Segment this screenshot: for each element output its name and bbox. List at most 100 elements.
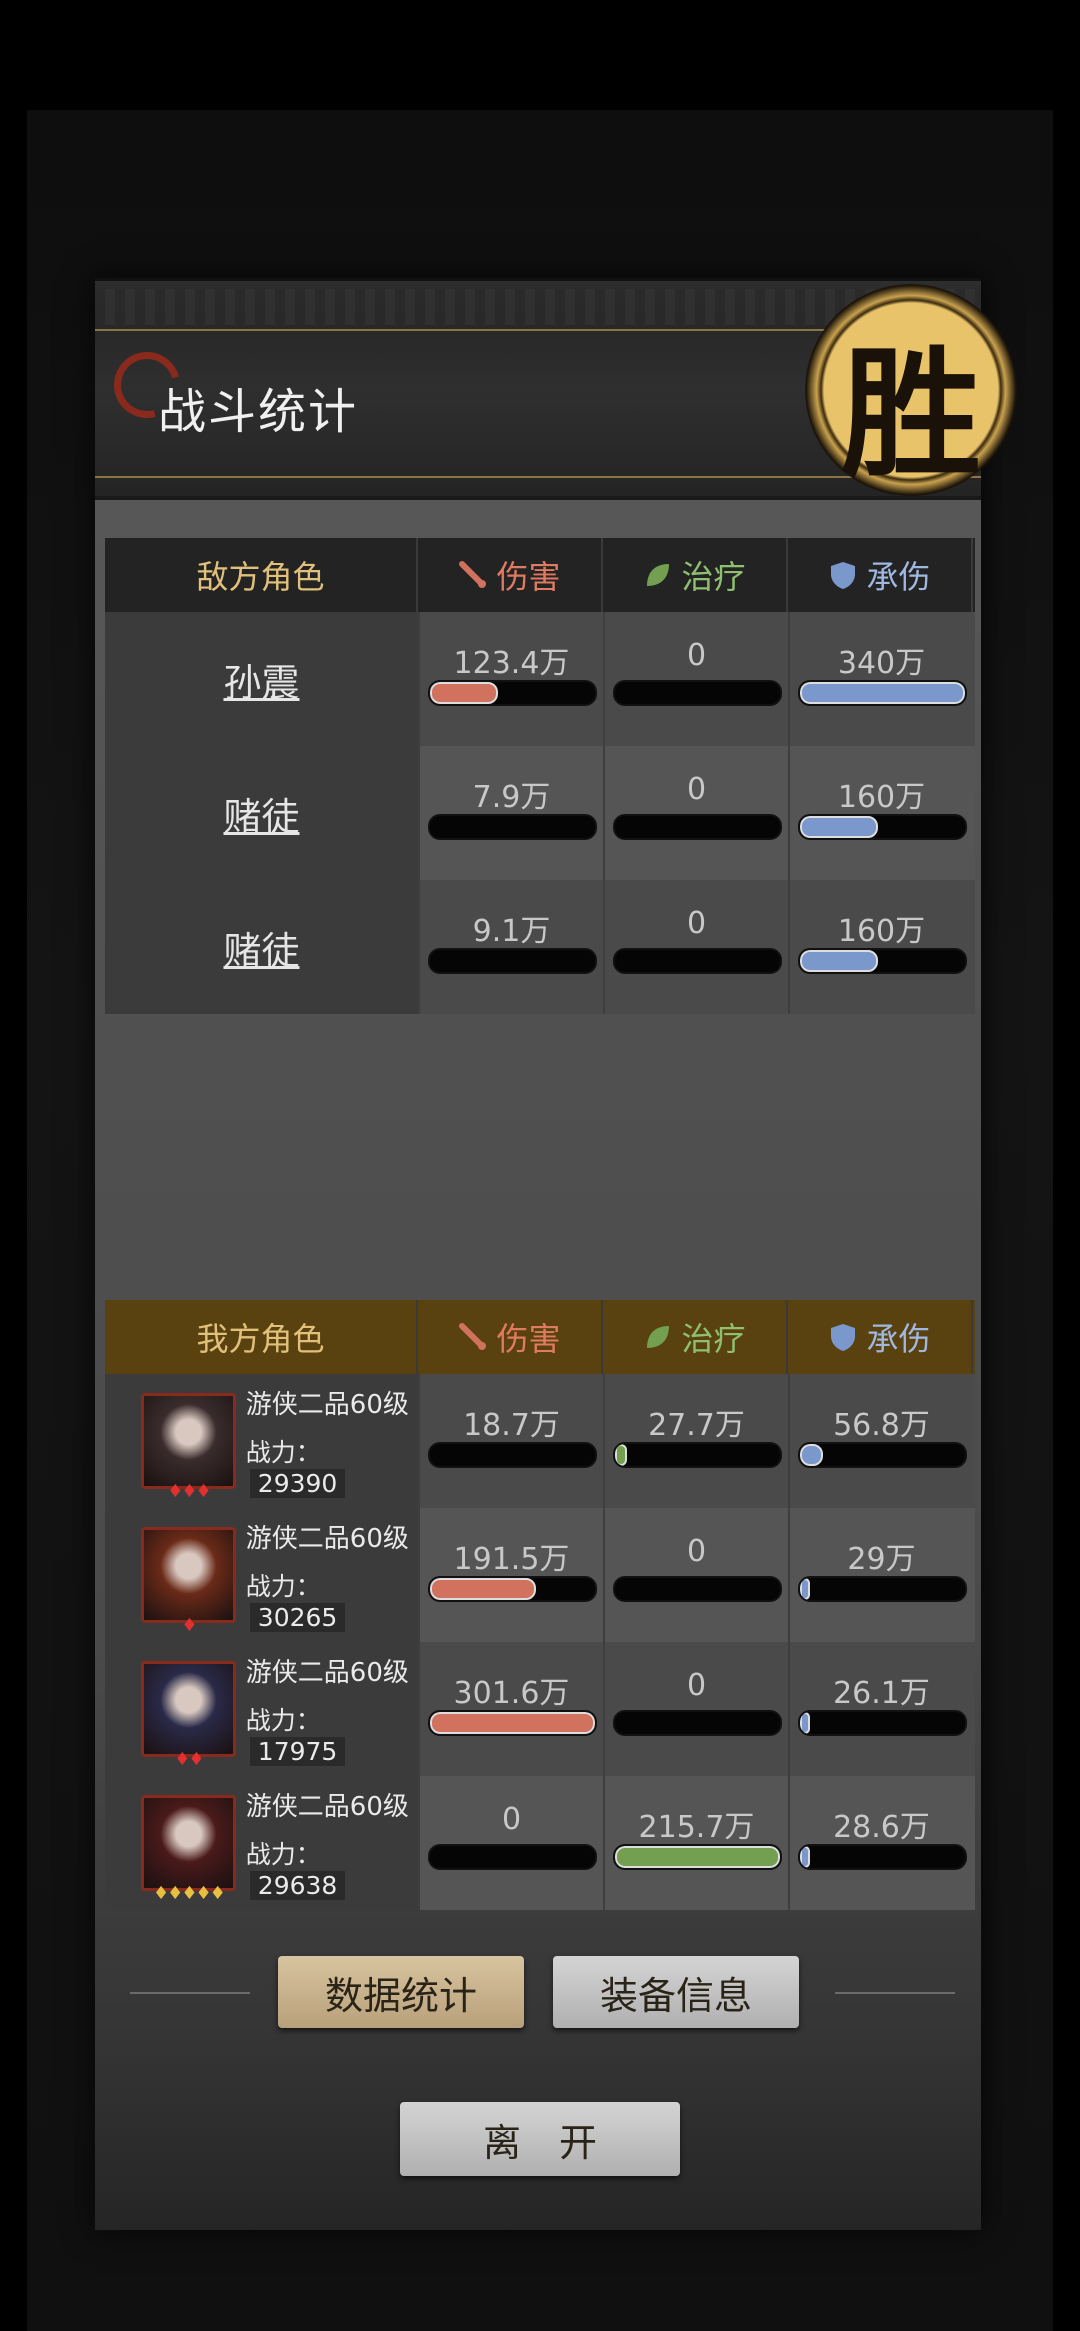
hero-portrait[interactable]: ♦♦♦♦♦: [141, 1795, 236, 1904]
equipment-info-button[interactable]: 装备信息: [553, 1956, 799, 2028]
tank-value: 29万: [847, 1542, 916, 1577]
shield-icon: [831, 1324, 856, 1351]
divider-line: [130, 1992, 250, 1994]
stat-bar-fill: [800, 1846, 810, 1868]
stat-bar-fill: [430, 682, 498, 704]
stat-bar: [798, 948, 967, 974]
stat-bar: [613, 814, 782, 840]
enemy-stats-table: 敌方角色 伤害 治疗 承伤 孙震 123.4万 0 340万 赌徒 7.9万 0 160万 赌徒…: [105, 538, 975, 1014]
hero-info: 游侠二品60级 战力：29390: [246, 1384, 418, 1498]
power-value: 29390: [249, 1469, 346, 1498]
dmg-cell: 7.9万: [418, 746, 603, 880]
tank-column-header: 承伤: [788, 538, 973, 612]
heal-value: 27.7万: [648, 1408, 745, 1443]
tank-value: 26.1万: [833, 1676, 930, 1711]
leave-button[interactable]: 离 开: [400, 2102, 680, 2176]
leaf-icon: [647, 1326, 670, 1348]
tank-cell: 28.6万: [788, 1776, 973, 1910]
stat-bar: [613, 1576, 782, 1602]
stat-bar: [798, 814, 967, 840]
stat-bar: [798, 680, 967, 706]
damage-column-label: 伤害: [496, 558, 561, 596]
stat-bar-fill: [800, 682, 965, 704]
divider-line: [835, 1992, 955, 1994]
dmg-value: 0: [501, 1802, 522, 1837]
enemy-header-label: 敌方角色: [105, 538, 418, 612]
hero-info-cell: ♦♦ 游侠二品60级 战力：17975: [105, 1642, 418, 1776]
heal-cell: 0: [603, 1642, 788, 1776]
hero-portrait[interactable]: ♦♦♦: [141, 1393, 236, 1502]
power-label: 战力：: [245, 1572, 321, 1601]
tank-cell: 26.1万: [788, 1642, 973, 1776]
dmg-value: 18.7万: [463, 1408, 560, 1443]
stat-bar-fill: [800, 1444, 824, 1466]
star-rank: ♦♦: [174, 1749, 204, 1770]
heal-cell: 0: [603, 1508, 788, 1642]
leaf-icon: [647, 564, 670, 586]
hero-power: 战力：29390: [246, 1433, 418, 1498]
enemy-name-link[interactable]: 赌徒: [105, 746, 418, 880]
tank-value: 340万: [837, 646, 926, 681]
tank-column-label: 承伤: [866, 1320, 931, 1358]
enemy-name-link[interactable]: 孙震: [105, 612, 418, 746]
stat-bar: [428, 948, 597, 974]
dmg-value: 191.5万: [453, 1542, 570, 1577]
hero-info-cell: ♦ 游侠二品60级 战力：30265: [105, 1508, 418, 1642]
power-value: 17975: [249, 1737, 346, 1766]
dmg-cell: 0: [418, 1776, 603, 1910]
tank-column-label: 承伤: [866, 558, 931, 596]
enemy-name-link[interactable]: 赌徒: [105, 880, 418, 1014]
hero-info-cell: ♦♦♦♦♦ 游侠二品60级 战力：29638: [105, 1776, 418, 1910]
dmg-value: 301.6万: [453, 1676, 570, 1711]
tank-value: 160万: [837, 780, 926, 815]
table-row: 赌徒 9.1万 0 160万: [105, 880, 975, 1014]
hero-power: 战力：30265: [246, 1567, 418, 1632]
hero-portrait[interactable]: ♦♦: [141, 1661, 236, 1770]
dmg-cell: 18.7万: [418, 1374, 603, 1508]
data-stats-button[interactable]: 数据统计: [278, 1956, 524, 2028]
stat-bar: [613, 1844, 782, 1870]
heal-cell: 0: [603, 612, 788, 746]
sword-icon: [459, 1323, 487, 1350]
shield-icon: [831, 562, 856, 589]
stat-bar: [428, 1442, 597, 1468]
tank-cell: 160万: [788, 880, 973, 1014]
victory-seal-text: 胜: [840, 333, 981, 497]
stat-bar-fill: [800, 1578, 810, 1600]
page-title: 战斗统计: [158, 384, 359, 440]
tank-cell: 160万: [788, 746, 973, 880]
table-row: ♦♦♦♦♦ 游侠二品60级 战力：29638 0 215.7万 28.6万: [105, 1776, 975, 1910]
table-row: ♦ 游侠二品60级 战力：30265 191.5万 0 29万: [105, 1508, 975, 1642]
stat-bar: [428, 680, 597, 706]
stat-bar: [613, 1710, 782, 1736]
power-label: 战力：: [245, 1706, 321, 1735]
dmg-cell: 123.4万: [418, 612, 603, 746]
sword-icon: [459, 561, 487, 588]
star-rank: ♦♦♦: [167, 1481, 211, 1502]
stat-bar: [613, 948, 782, 974]
heal-column-header: 治疗: [603, 1300, 788, 1374]
heal-cell: 27.7万: [603, 1374, 788, 1508]
table-row: ♦♦♦ 游侠二品60级 战力：29390 18.7万 27.7万 56.8万: [105, 1374, 975, 1508]
heal-value: 0: [686, 772, 707, 807]
ally-table-header: 我方角色 伤害 治疗 承伤: [105, 1300, 975, 1374]
dmg-value: 7.9万: [472, 780, 551, 815]
hero-power: 战力：29638: [246, 1835, 418, 1900]
stat-bar: [428, 814, 597, 840]
star-rank: ♦♦♦♦♦: [153, 1883, 226, 1904]
hero-info: 游侠二品60级 战力：29638: [246, 1786, 418, 1900]
hero-info-cell: ♦♦♦ 游侠二品60级 战力：29390: [105, 1374, 418, 1508]
power-value: 30265: [249, 1603, 346, 1632]
tank-value: 56.8万: [833, 1408, 930, 1443]
heal-cell: 215.7万: [603, 1776, 788, 1910]
power-label: 战力：: [245, 1840, 321, 1869]
tank-value: 160万: [837, 914, 926, 949]
damage-column-label: 伤害: [496, 1320, 561, 1358]
heal-value: 215.7万: [638, 1810, 755, 1845]
tank-column-header: 承伤: [788, 1300, 973, 1374]
stat-bar-fill: [430, 1712, 595, 1734]
stat-bar-fill: [800, 1712, 810, 1734]
enemy-table-header: 敌方角色 伤害 治疗 承伤: [105, 538, 975, 612]
hero-name: 游侠二品60级: [245, 1524, 409, 1554]
hero-portrait[interactable]: ♦: [141, 1527, 236, 1636]
